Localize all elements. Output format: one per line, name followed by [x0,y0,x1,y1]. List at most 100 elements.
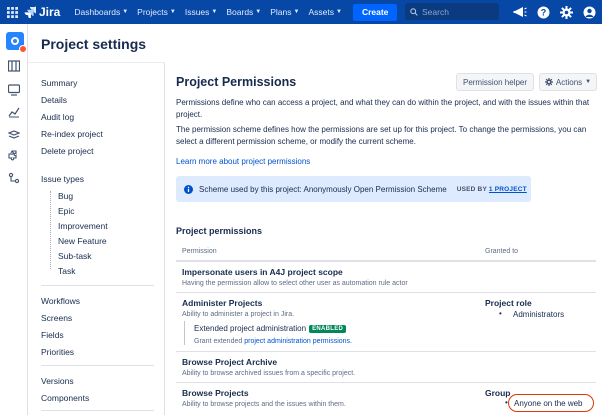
permission-description: Ability to browse projects and the issue… [182,401,346,408]
granted-to-heading: Group [485,388,511,398]
gear-icon [544,78,553,86]
nav-divider [41,410,154,411]
nav-divider [41,285,154,286]
highlight-circle [508,394,594,412]
search-input[interactable]: Search [405,3,499,20]
nav-components[interactable]: Components [41,393,89,403]
nav-issue-type-sub-task[interactable]: Sub-task [58,251,92,261]
nav-issue-type-improvement[interactable]: Improvement [58,221,108,231]
column-header-permission: Permission [182,248,217,255]
jira-logo[interactable]: Jira [24,5,60,19]
nav-screens[interactable]: Screens [41,313,72,323]
table-row-divider [176,382,596,383]
actions-button[interactable]: Actions ▼ [539,73,597,91]
nav-plans[interactable]: Plans ▼ [270,7,299,17]
chevron-down-icon: ▼ [122,9,129,15]
page-title: Project settings [41,36,147,52]
permission-helper-button[interactable]: Permission helper [456,73,534,91]
nav-workflows[interactable]: Workflows [41,296,80,306]
nav-issue-type-task[interactable]: Task [58,266,75,276]
nav-issue-types[interactable]: Issue types [41,174,84,184]
nav-projects[interactable]: Projects ▼ [137,7,176,17]
nav-issue-type-new-feature[interactable]: New Feature [58,236,107,246]
extended-admin-description: Grant extended project administration pe… [194,338,352,345]
permission-name: Browse Project Archive [182,357,278,367]
nav-reindex-project[interactable]: Re-index project [41,129,103,139]
chart-icon[interactable] [8,106,20,118]
app-switcher-icon[interactable] [0,0,24,24]
column-header-granted-to: Granted to [485,248,519,255]
component-icon[interactable] [8,150,20,162]
notifications-icon[interactable] [513,6,527,19]
nav-dashboards-label: Dashboards [74,7,121,17]
project-badge-icon [19,45,27,53]
nav-versions[interactable]: Versions [41,376,74,386]
granted-to-item: Administrators [513,310,565,319]
nav-issues[interactable]: Issues ▼ [185,7,218,17]
permission-name: Administer Projects [182,298,263,308]
board-icon[interactable] [8,60,20,72]
nav-boards[interactable]: Boards ▼ [226,7,261,17]
extended-admin-bar [184,321,185,345]
search-placeholder: Search [422,6,449,17]
permission-helper-label: Permission helper [462,77,528,87]
settings-navigation: Summary Details Audit log Re-index proje… [28,62,165,415]
brand-name: Jira [39,5,61,19]
nav-boards-label: Boards [226,7,254,17]
permission-description: Having the permission allow to select ot… [182,280,408,287]
nav-issue-type-epic[interactable]: Epic [58,206,75,216]
project-avatar-icon[interactable] [6,32,27,53]
nav-delete-project[interactable]: Delete project [41,146,93,156]
nav-dashboards[interactable]: Dashboards ▼ [74,7,128,17]
nav-details[interactable]: Details [41,95,67,105]
nav-issues-label: Issues [184,7,210,17]
profile-icon[interactable] [583,6,596,19]
used-by-label: USED BY 1 PROJECT [457,186,527,193]
issue-types-tree-line [50,191,51,269]
bullet-icon: • [499,309,502,318]
actions-label: Actions [555,77,583,87]
learn-more-link[interactable]: Learn more about project permissions [176,156,596,168]
nav-priorities[interactable]: Priorities [41,347,74,357]
extended-admin-desc-prefix: Grant extended [194,338,243,345]
chevron-down-icon: ▼ [585,79,592,85]
extended-admin-label: Extended project administration [194,324,307,333]
main-title: Project Permissions [176,75,297,89]
permission-description: Ability to administer a project in Jira. [182,311,295,318]
project-sidebar-rail [0,24,28,415]
chevron-down-icon: ▼ [211,9,218,15]
extended-admin-name: Extended project administration ENABLED [194,324,347,333]
chevron-down-icon: ▼ [335,9,342,15]
nav-projects-label: Projects [137,7,168,17]
nav-plans-label: Plans [270,7,292,17]
used-by-projects-link[interactable]: 1 PROJECT [489,186,527,193]
nav-assets-label: Assets [308,7,334,17]
nav-assets[interactable]: Assets ▼ [308,7,341,17]
section-heading: Project permissions [176,226,263,236]
jira-logo-icon [24,6,36,18]
top-right-icons: ? [513,0,596,24]
table-row-divider [176,292,596,293]
help-icon[interactable]: ? [537,6,550,19]
table-row-divider [176,351,596,352]
permission-name: Browse Projects [182,388,249,398]
status-badge: ENABLED [309,324,347,333]
info-icon [184,184,193,194]
nav-divider [41,365,154,366]
create-button[interactable]: Create [352,3,398,21]
shortcuts-icon[interactable] [8,172,20,184]
nav-fields[interactable]: Fields [41,330,64,340]
table-header-divider [176,260,596,262]
top-navigation: Jira Dashboards ▼ Projects ▼ Issues ▼ Board… [0,0,602,24]
tv-icon[interactable] [8,84,20,96]
scheme-info-box: Scheme used by this project: Anonymously… [176,176,531,202]
nav-audit-log[interactable]: Audit log [41,112,74,122]
layers-icon[interactable] [8,128,20,140]
used-by-prefix: USED BY [456,185,487,193]
permission-name: Impersonate users in A4J project scope [182,267,343,277]
chevron-down-icon: ▼ [169,9,176,15]
nav-issue-type-bug[interactable]: Bug [58,191,73,201]
settings-icon[interactable] [560,5,573,19]
nav-summary[interactable]: Summary [41,78,77,88]
extended-admin-permissions-link[interactable]: project administration permissions. [244,338,352,345]
